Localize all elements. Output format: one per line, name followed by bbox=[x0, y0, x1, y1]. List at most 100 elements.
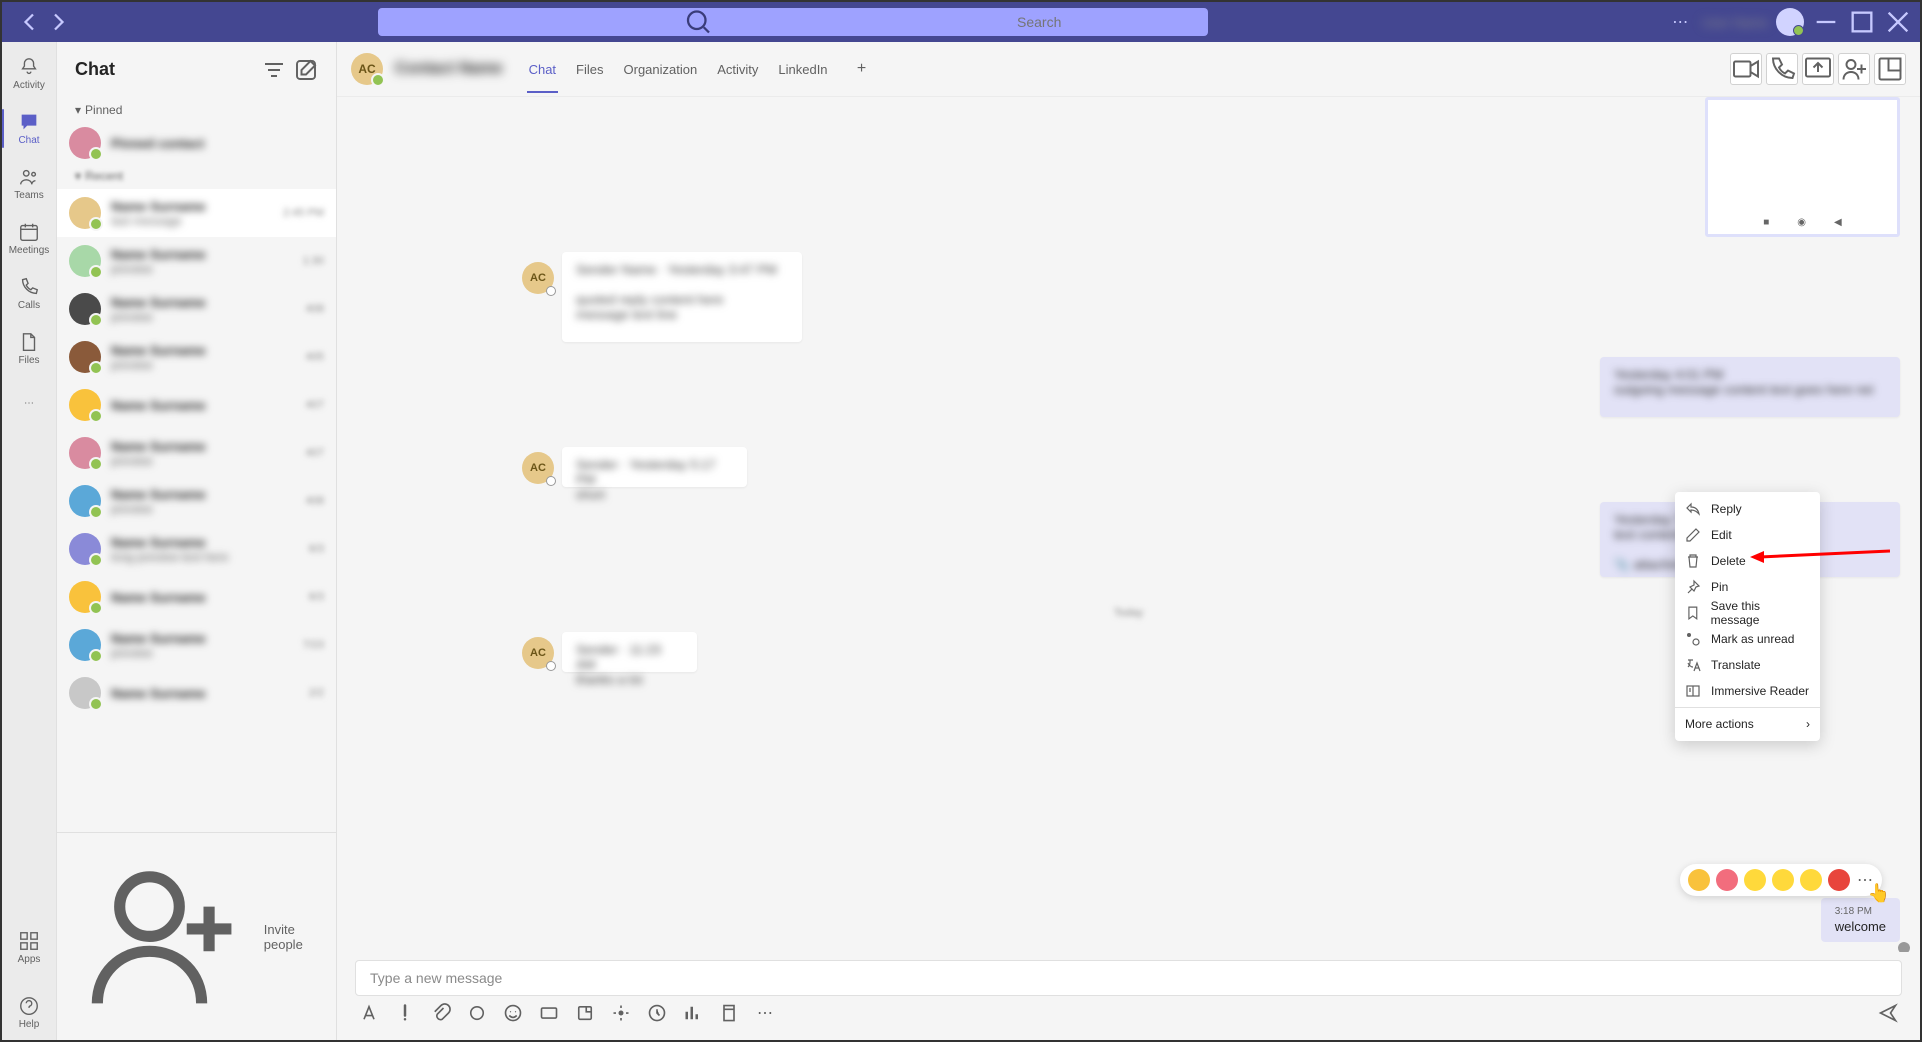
tab-activity[interactable]: Activity bbox=[715, 46, 760, 93]
image-attachment[interactable]: ■◉◀ bbox=[1705, 97, 1900, 237]
add-people-button[interactable] bbox=[1838, 53, 1870, 85]
chat-item[interactable]: Name Surnamelast message2:45 PM bbox=[57, 189, 336, 237]
popout-button[interactable] bbox=[1874, 53, 1906, 85]
chat-item[interactable]: Name Surnamepreview1:30 bbox=[57, 237, 336, 285]
video-call-button[interactable] bbox=[1730, 53, 1762, 85]
invite-icon bbox=[75, 847, 254, 1026]
message-out-welcome[interactable]: 3:18 PM welcome bbox=[1821, 898, 1900, 942]
rail-apps[interactable]: Apps bbox=[2, 920, 57, 975]
rail-teams[interactable]: Teams bbox=[2, 156, 57, 211]
reaction-picker: ⋯ bbox=[1680, 864, 1882, 896]
chat-item[interactable]: Name Surname407 bbox=[57, 381, 336, 429]
pinned-section[interactable]: ▾Pinned bbox=[57, 97, 336, 123]
emoji-button[interactable] bbox=[503, 1003, 523, 1023]
rail-calls[interactable]: Calls bbox=[2, 266, 57, 321]
chat-item[interactable]: Name Surnamepreview408 bbox=[57, 477, 336, 525]
reaction-heart[interactable] bbox=[1716, 869, 1738, 891]
share-screen-button[interactable] bbox=[1802, 53, 1834, 85]
approvals-button[interactable] bbox=[719, 1003, 739, 1023]
nav-back-button[interactable] bbox=[18, 10, 42, 34]
main-chat: AC Contact Name Chat Files Organization … bbox=[337, 42, 1920, 1040]
reaction-angry[interactable] bbox=[1828, 869, 1850, 891]
app-rail: Activity Chat Teams Meetings Calls Files… bbox=[2, 42, 57, 1040]
tab-linkedin[interactable]: LinkedIn bbox=[776, 46, 829, 93]
seen-indicator bbox=[1898, 942, 1910, 952]
search-input[interactable] bbox=[1017, 14, 1198, 30]
filter-button[interactable] bbox=[262, 58, 286, 82]
rail-activity[interactable]: Activity bbox=[2, 46, 57, 101]
tab-chat[interactable]: Chat bbox=[527, 46, 558, 93]
chat-item[interactable]: Name Surnamepreview407 bbox=[57, 429, 336, 477]
message-list: ■◉◀ AC Sender Name · Yesterday 3:47 PMqu… bbox=[337, 97, 1920, 952]
reaction-surprised[interactable] bbox=[1772, 869, 1794, 891]
tab-files[interactable]: Files bbox=[574, 46, 605, 93]
reader-icon bbox=[1685, 683, 1701, 699]
chat-item[interactable]: Name Surnamepreview405 bbox=[57, 333, 336, 381]
schedule-meeting-button[interactable] bbox=[611, 1003, 631, 1023]
menu-edit[interactable]: Edit bbox=[1675, 522, 1820, 548]
chevron-right-icon: › bbox=[1806, 717, 1810, 731]
chat-item[interactable]: Pinned contact bbox=[57, 123, 336, 163]
invite-people-button[interactable]: Invite people bbox=[57, 832, 336, 1040]
contact-name: Contact Name bbox=[395, 60, 503, 78]
chat-item[interactable]: Name Surname6/3 bbox=[57, 573, 336, 621]
compose-area: Type a new message ⋯ bbox=[337, 952, 1920, 1040]
chat-item[interactable]: Name Surnamepreview7/23 bbox=[57, 621, 336, 669]
apps-icon bbox=[18, 930, 40, 952]
rail-meetings[interactable]: Meetings bbox=[2, 211, 57, 266]
add-tab-button[interactable]: + bbox=[850, 57, 874, 81]
ellipsis-button[interactable]: ⋯ bbox=[1666, 8, 1694, 36]
chat-item[interactable]: Name Surnamepreview408 bbox=[57, 285, 336, 333]
profile-name: User Name bbox=[1702, 15, 1768, 30]
new-chat-button[interactable] bbox=[294, 58, 318, 82]
message-in[interactable]: Sender · 11:23 AMthanks a lot bbox=[562, 632, 697, 672]
menu-pin[interactable]: Pin bbox=[1675, 574, 1820, 600]
recent-section[interactable]: ▾Recent bbox=[57, 163, 336, 189]
search-box[interactable] bbox=[378, 8, 1208, 36]
reaction-like[interactable] bbox=[1688, 869, 1710, 891]
compose-input[interactable]: Type a new message bbox=[355, 960, 1902, 996]
tab-organization[interactable]: Organization bbox=[622, 46, 700, 93]
message-in[interactable]: Sender Name · Yesterday 3:47 PMquoted re… bbox=[562, 252, 802, 342]
rail-help[interactable]: Help bbox=[2, 985, 57, 1040]
rail-files[interactable]: Files bbox=[2, 321, 57, 376]
chat-icon bbox=[18, 111, 40, 133]
window-maximize-button[interactable] bbox=[1848, 8, 1876, 36]
audio-call-button[interactable] bbox=[1766, 53, 1798, 85]
poll-button[interactable] bbox=[683, 1003, 703, 1023]
menu-delete[interactable]: Delete bbox=[1675, 548, 1820, 574]
message-out[interactable]: Yesterday 4:01 PMoutgoing message conten… bbox=[1600, 357, 1900, 417]
message-in[interactable]: Sender · Yesterday 5:17 PMshort bbox=[562, 447, 747, 487]
menu-translate[interactable]: Translate bbox=[1675, 652, 1820, 678]
profile-avatar[interactable] bbox=[1776, 8, 1804, 36]
loop-button[interactable] bbox=[467, 1003, 487, 1023]
attach-button[interactable] bbox=[431, 1003, 451, 1023]
gif-button[interactable] bbox=[539, 1003, 559, 1023]
window-close-button[interactable] bbox=[1884, 8, 1912, 36]
sticker-button[interactable] bbox=[575, 1003, 595, 1023]
day-divider: Today bbox=[1114, 607, 1143, 619]
unread-icon bbox=[1685, 631, 1701, 647]
reaction-sad[interactable] bbox=[1800, 869, 1822, 891]
trash-icon bbox=[1685, 553, 1701, 569]
menu-mark-unread[interactable]: Mark as unread bbox=[1675, 626, 1820, 652]
format-button[interactable] bbox=[359, 1003, 379, 1023]
chat-item[interactable]: Name Surname2/2 bbox=[57, 669, 336, 717]
reaction-laugh[interactable] bbox=[1744, 869, 1766, 891]
chat-list-title: Chat bbox=[75, 59, 254, 80]
rail-chat[interactable]: Chat bbox=[2, 101, 57, 156]
nav-forward-button[interactable] bbox=[46, 10, 70, 34]
window-minimize-button[interactable] bbox=[1812, 8, 1840, 36]
menu-reply[interactable]: Reply bbox=[1675, 496, 1820, 522]
stream-button[interactable] bbox=[647, 1003, 667, 1023]
contact-avatar[interactable]: AC bbox=[351, 53, 383, 85]
priority-button[interactable] bbox=[395, 1003, 415, 1023]
rail-more[interactable]: ⋯ bbox=[2, 376, 57, 431]
pin-icon bbox=[1685, 579, 1701, 595]
menu-save[interactable]: Save this message bbox=[1675, 600, 1820, 626]
menu-immersive-reader[interactable]: Immersive Reader bbox=[1675, 678, 1820, 704]
chat-item[interactable]: Name Surnamelong preview text here6/3 bbox=[57, 525, 336, 573]
menu-more-actions[interactable]: More actions› bbox=[1675, 711, 1820, 737]
compose-more-button[interactable]: ⋯ bbox=[755, 1003, 775, 1023]
send-button[interactable] bbox=[1878, 1003, 1898, 1023]
